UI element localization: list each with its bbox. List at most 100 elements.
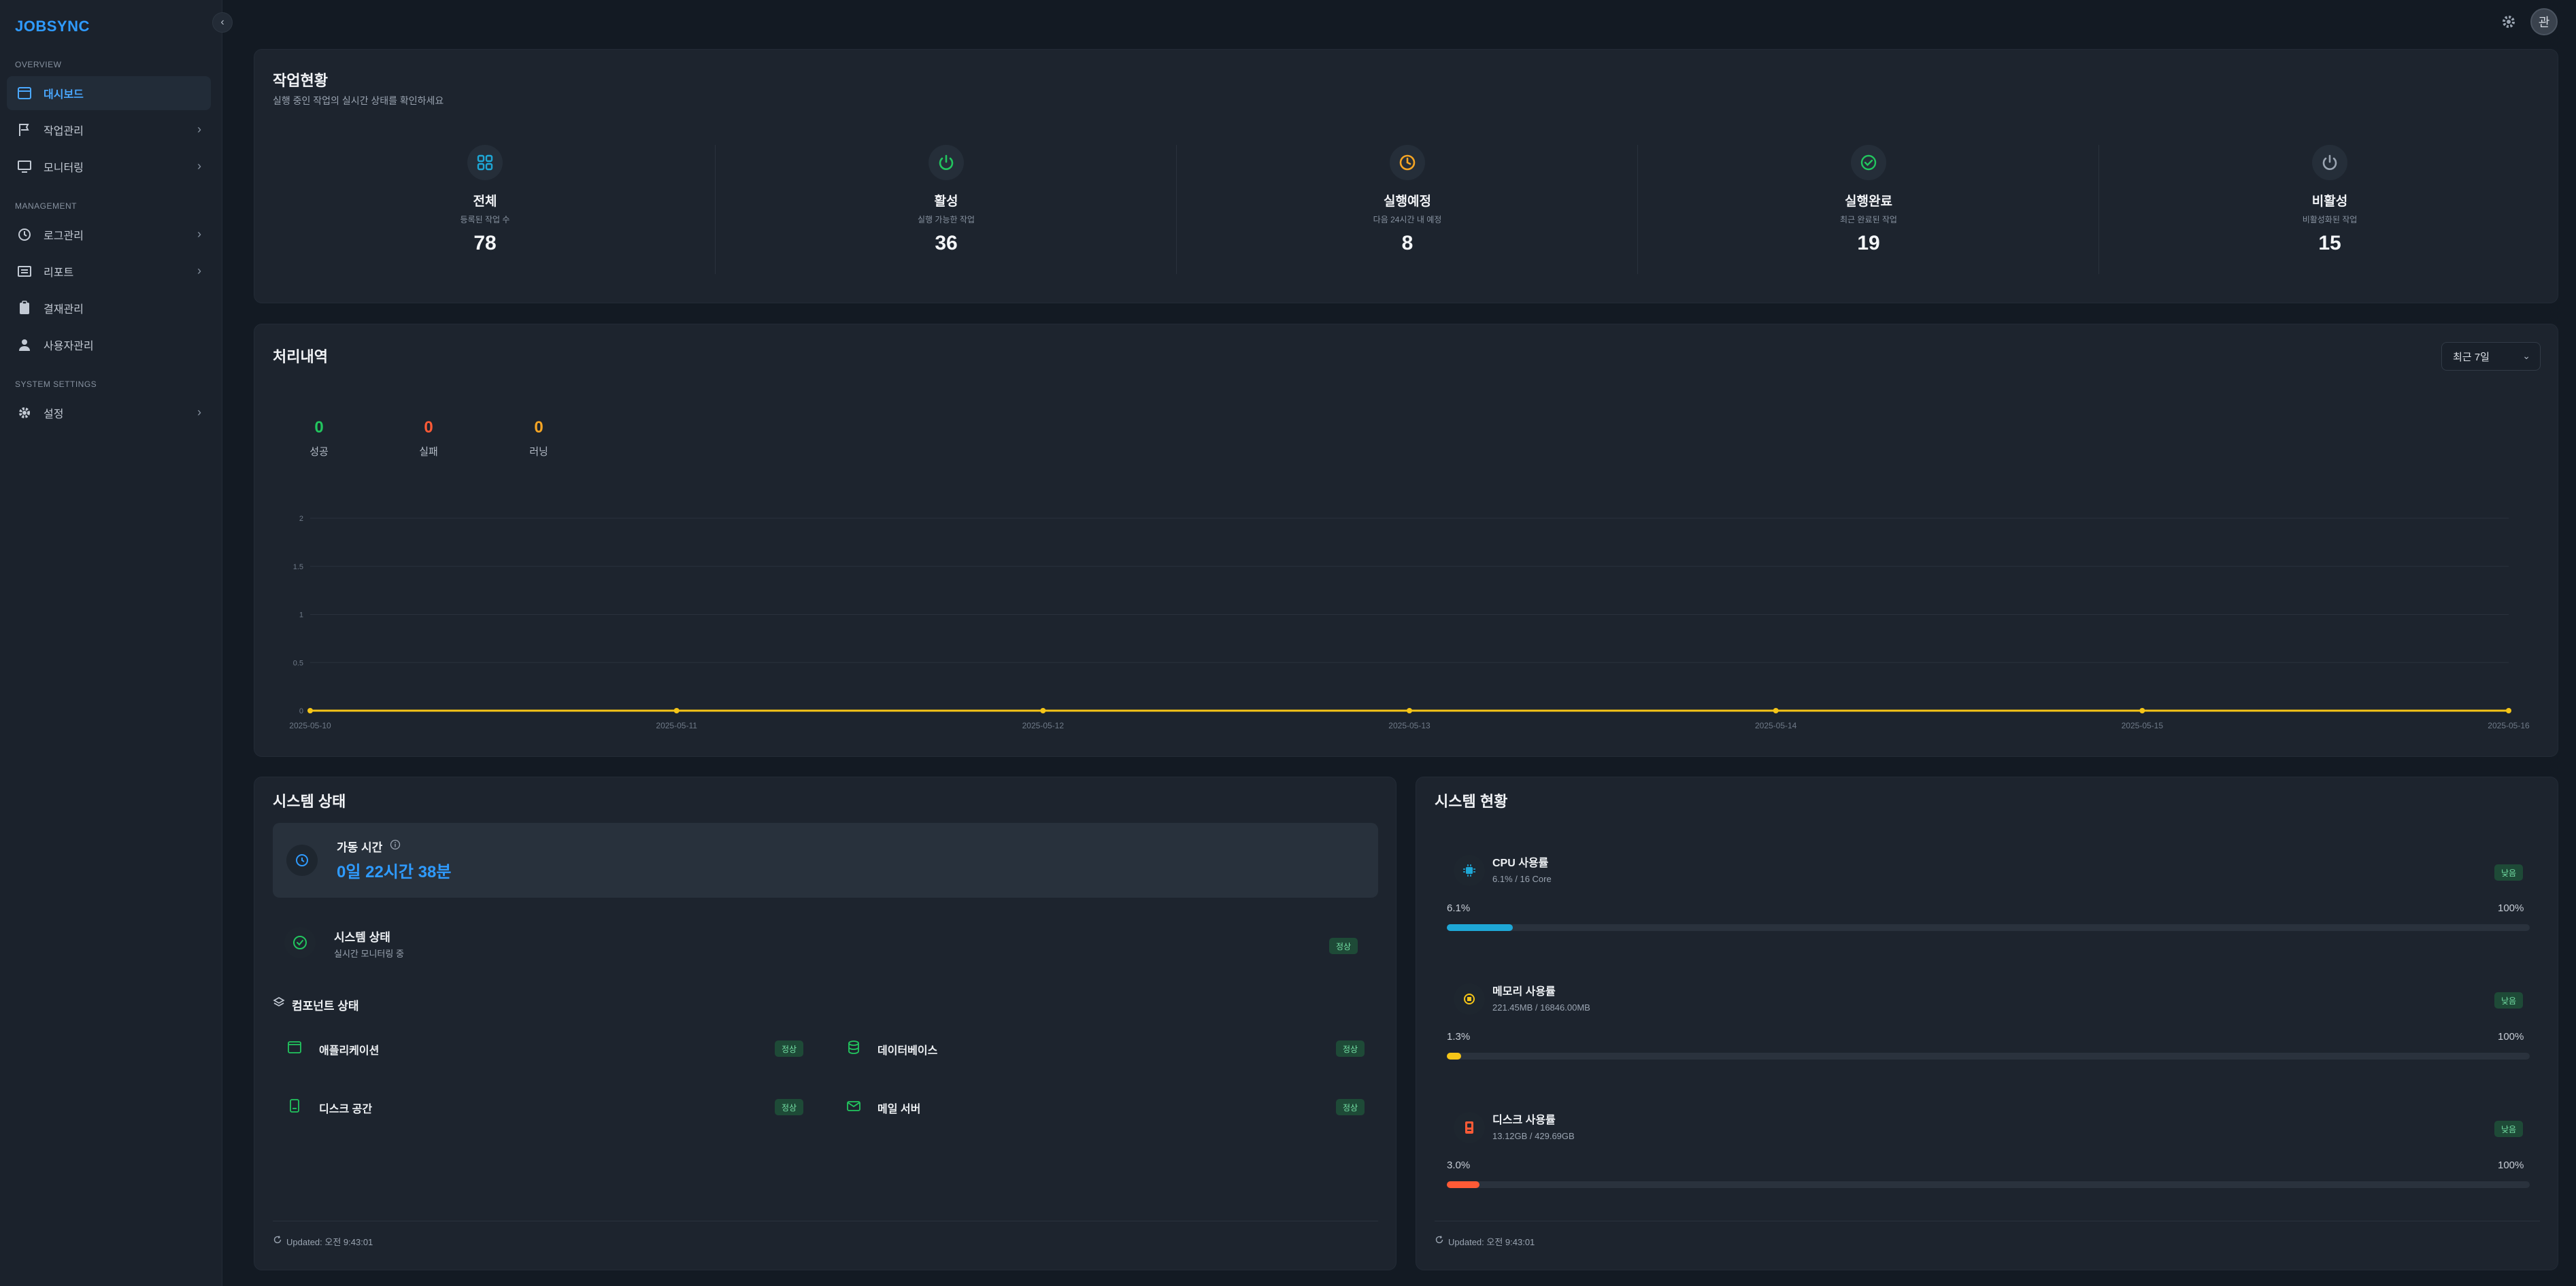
- component-name: 애플리케이션: [319, 1045, 380, 1057]
- stat-value: 8: [1401, 232, 1414, 254]
- resource-percent: 6.1%: [1447, 902, 1471, 914]
- grid-icon: [467, 145, 503, 180]
- app-logo[interactable]: JOBSYNC: [15, 18, 90, 35]
- disk-icon: [1454, 1112, 1485, 1143]
- sidebar-item-label: 대시보드: [44, 89, 84, 101]
- chevron-right-icon: ›: [197, 159, 201, 173]
- chevron-right-icon: ›: [197, 405, 201, 419]
- component-name: 메일 서버: [877, 1104, 921, 1115]
- stat-active[interactable]: 활성 실행 가능한 작업 36: [716, 145, 1177, 274]
- sidebar-item-label: 결재관리: [44, 304, 84, 316]
- refresh-icon[interactable]: [1435, 1235, 1444, 1248]
- section-label-system: SYSTEM SETTINGS: [15, 379, 97, 389]
- x-tick-label: 2025-05-16: [2488, 721, 2530, 730]
- resource-max: 100%: [2498, 902, 2524, 914]
- sidebar-item-approvals[interactable]: 결재관리: [7, 291, 211, 325]
- processing-card: 처리내역 최근 7일 ⌄ 0 성공 0 실패 0 러닝 0 0.5 1 1.5 2 202…: [254, 324, 2558, 757]
- processing-chart: 0 0.5 1 1.5 2 2025-05-10 2025-05-11 2025-05-12 2…: [289, 515, 2530, 730]
- sidebar-collapse-button[interactable]: ‹: [212, 12, 233, 33]
- memory-progress-track: [1447, 1053, 2530, 1060]
- refresh-icon[interactable]: [273, 1235, 282, 1248]
- system-state-card: 시스템 상태 가동 시간 0일 22시간 38분 시스템 상태 실시간 모니터링…: [254, 777, 1396, 1270]
- stat-sub: 다음 24시간 내 예정: [1373, 215, 1442, 224]
- resource-percent: 1.3%: [1447, 1031, 1471, 1043]
- power-icon: [929, 145, 964, 180]
- resource-title: 메모리 사용률: [1492, 986, 1556, 998]
- user-avatar[interactable]: 관: [2530, 8, 2558, 35]
- x-tick-label: 2025-05-14: [1755, 721, 1797, 730]
- stat-total[interactable]: 전체 등록된 작업 수 78: [254, 145, 716, 274]
- cpu-icon: [1454, 855, 1485, 886]
- stat-sub: 실행 가능한 작업: [918, 215, 975, 224]
- check-circle-icon: [1851, 145, 1886, 180]
- resource-max: 100%: [2498, 1031, 2524, 1043]
- gear-icon: [16, 405, 33, 421]
- y-tick-label: 1: [299, 611, 303, 620]
- status-badge: 정상: [775, 1099, 804, 1115]
- stat-value: 36: [935, 232, 958, 254]
- resource-sub: 13.12GB / 429.69GB: [1492, 1131, 1575, 1141]
- sidebar-item-monitoring[interactable]: 모니터링 ›: [7, 150, 211, 184]
- sidebar-item-jobs[interactable]: 작업관리 ›: [7, 113, 211, 147]
- system-resources-card: 시스템 현황 CPU 사용률 6.1% / 16 Core 낮음 6.1% 10…: [1416, 777, 2558, 1270]
- clock-icon: [286, 845, 318, 876]
- sidebar-item-label: 사용자관리: [44, 341, 94, 352]
- clipboard-icon: [16, 300, 33, 316]
- settings-gear-icon[interactable]: [2499, 12, 2518, 31]
- user-icon: [16, 337, 33, 353]
- data-point: [307, 708, 313, 713]
- y-tick-label: 1.5: [293, 563, 303, 571]
- uptime-value: 0일 22시간 38분: [337, 863, 452, 881]
- data-point: [1407, 708, 1412, 713]
- sidebar-item-reports[interactable]: 리포트 ›: [7, 254, 211, 288]
- stat-sub: 등록된 작업 수: [460, 215, 510, 224]
- updated-text: Updated: 오전 9:43:01: [1448, 1237, 1535, 1247]
- x-tick-label: 2025-05-15: [2122, 721, 2164, 730]
- sidebar-item-label: 설정: [44, 409, 64, 420]
- y-tick-label: 0: [299, 707, 303, 715]
- data-point: [1040, 708, 1046, 713]
- resource-max: 100%: [2498, 1160, 2524, 1171]
- system-status-title: 시스템 상태: [334, 931, 390, 944]
- check-circle-icon: [284, 927, 316, 958]
- stat-scheduled[interactable]: 실행예정 다음 24시간 내 예정 8: [1177, 145, 1638, 274]
- hard-drive-icon: [287, 1098, 302, 1117]
- resource-sub: 221.45MB / 16846.00MB: [1492, 1002, 1590, 1013]
- y-tick-label: 0.5: [293, 659, 303, 667]
- sidebar-item-logs[interactable]: 로그관리 ›: [7, 218, 211, 252]
- components-title: 컴포넌트 상태: [292, 1000, 359, 1013]
- sidebar-item-users[interactable]: 사용자관리: [7, 328, 211, 362]
- flag-icon: [16, 122, 33, 138]
- database-icon: [846, 1040, 861, 1058]
- uptime-label: 가동 시간: [337, 841, 383, 854]
- y-tick-label: 2: [299, 515, 303, 523]
- memory-icon: [1454, 983, 1485, 1015]
- stat-inactive[interactable]: 비활성 비활성화된 작업 15: [2099, 145, 2560, 274]
- sidebar-item-settings[interactable]: 설정 ›: [7, 396, 211, 430]
- clock-icon: [1390, 145, 1425, 180]
- stat-label: 실행예정: [1384, 194, 1431, 209]
- job-status-card: 작업현황 실행 중인 작업의 실시간 상태를 확인하세요 전체 등록된 작업 수…: [254, 49, 2558, 303]
- data-point: [673, 708, 680, 713]
- system-state-title: 시스템 상태: [273, 793, 346, 810]
- stat-label: 비활성: [2311, 194, 2348, 209]
- resource-sub: 6.1% / 16 Core: [1492, 874, 1552, 884]
- system-resources-title: 시스템 현황: [1435, 793, 1508, 810]
- info-icon[interactable]: [390, 839, 401, 853]
- layers-icon: [273, 996, 285, 1012]
- stat-sub: 비활성화된 작업: [2302, 215, 2358, 224]
- sidebar-item-dashboard[interactable]: 대시보드: [7, 76, 211, 110]
- updated-text: Updated: 오전 9:43:01: [286, 1237, 373, 1247]
- section-label-overview: OVERVIEW: [15, 60, 62, 69]
- stat-label: 전체: [473, 194, 497, 209]
- section-label-management: MANAGEMENT: [15, 201, 78, 211]
- dashboard-icon: [16, 85, 33, 101]
- level-badge: 낮음: [2494, 992, 2524, 1009]
- monitor-icon: [16, 158, 33, 175]
- level-badge: 낮음: [2494, 864, 2524, 881]
- stat-completed[interactable]: 실행완료 최근 완료된 작업 19: [1638, 145, 2099, 274]
- power-off-icon: [2312, 145, 2347, 180]
- sidebar-item-label: 모니터링: [44, 163, 84, 174]
- stat-value: 19: [1857, 232, 1880, 254]
- stat-label: 실행완료: [1845, 194, 1892, 209]
